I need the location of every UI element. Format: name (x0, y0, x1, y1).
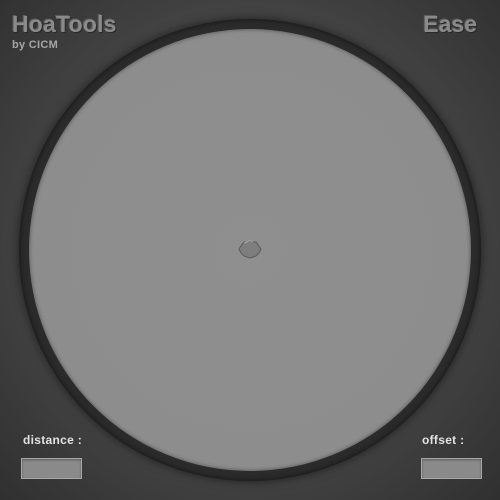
brand-block: HoaTools by CICM (12, 10, 117, 51)
distance-label: distance : (23, 433, 83, 447)
ease-panel: HoaTools by CICM Ease distance : offset … (0, 0, 500, 500)
app-subtitle: by CICM (12, 39, 59, 51)
source-handle-icon[interactable] (237, 237, 263, 261)
offset-field[interactable] (421, 458, 482, 479)
dial-pad[interactable] (29, 29, 471, 471)
app-title: HoaTools (12, 11, 117, 37)
mode-label: Ease (423, 11, 477, 37)
distance-field[interactable] (21, 458, 82, 479)
offset-label: offset : (422, 433, 465, 447)
